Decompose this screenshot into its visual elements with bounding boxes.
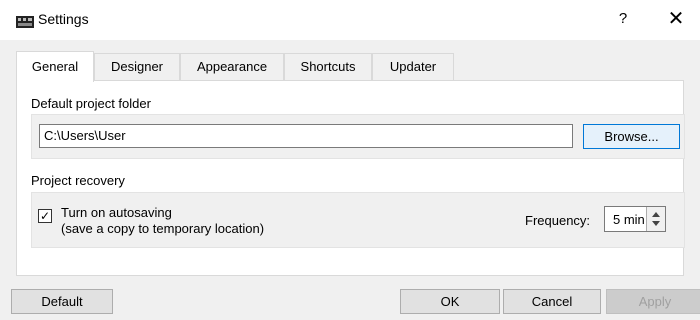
- tab-updater[interactable]: Updater: [372, 53, 454, 80]
- cancel-button[interactable]: Cancel: [503, 289, 601, 314]
- default-folder-label: Default project folder: [31, 96, 151, 111]
- tab-appearance[interactable]: Appearance: [180, 53, 284, 80]
- frequency-label: Frequency:: [525, 213, 591, 228]
- title-bar: Settings ? ✕: [0, 0, 700, 40]
- spin-buttons: [646, 207, 665, 231]
- project-folder-input[interactable]: C:\Users\User: [39, 124, 573, 148]
- help-button[interactable]: ?: [612, 10, 634, 27]
- app-icon: [16, 16, 34, 28]
- ok-button[interactable]: OK: [400, 289, 500, 314]
- window-title: Settings: [38, 11, 89, 27]
- default-button[interactable]: Default: [11, 289, 113, 314]
- close-button[interactable]: ✕: [662, 6, 690, 31]
- project-recovery-label: Project recovery: [31, 173, 125, 188]
- browse-button[interactable]: Browse...: [583, 124, 680, 149]
- spin-up-icon[interactable]: [651, 210, 661, 218]
- tab-shortcuts[interactable]: Shortcuts: [284, 53, 372, 80]
- autosave-checkbox[interactable]: ✓: [38, 209, 52, 223]
- frequency-value: 5 min: [613, 212, 645, 227]
- tab-general[interactable]: General: [16, 51, 94, 82]
- tab-designer[interactable]: Designer: [94, 53, 180, 80]
- autosave-label: Turn on autosaving: [61, 205, 172, 220]
- frequency-spinbox[interactable]: 5 min: [604, 206, 666, 232]
- spin-down-icon[interactable]: [651, 220, 661, 228]
- apply-button[interactable]: Apply: [606, 289, 700, 314]
- autosave-description: (save a copy to temporary location): [61, 221, 265, 236]
